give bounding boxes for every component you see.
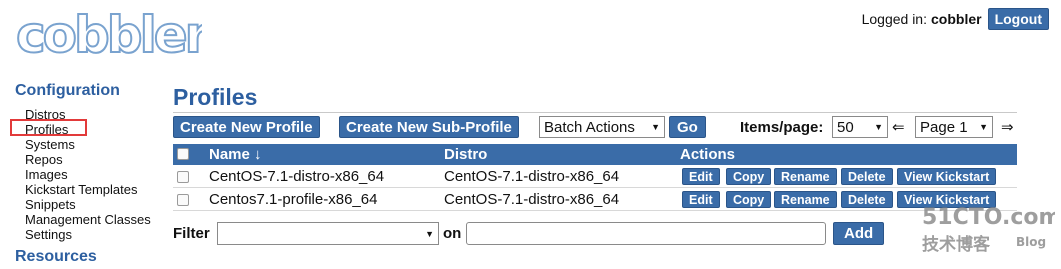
edit-button[interactable]: Edit	[682, 191, 720, 208]
sidebar-item-images[interactable]: Images	[25, 167, 151, 182]
logo-text: cobbler	[16, 6, 202, 64]
items-per-page-value: 50	[837, 118, 854, 136]
column-header-distro: Distro	[444, 146, 488, 163]
cobbler-logo: cobbler	[12, 5, 214, 65]
select-all-checkbox[interactable]	[177, 148, 189, 160]
site-watermark: 51CTO.com 技术博客 Blog	[920, 200, 1061, 262]
logout-button[interactable]: Logout	[987, 8, 1049, 30]
rename-button[interactable]: Rename	[774, 168, 837, 185]
watermark-logo-text: 51CTO.com	[922, 205, 1055, 230]
login-area: Logged in: cobbler Logout	[862, 8, 1049, 30]
filter-field-select[interactable]: ▼	[217, 222, 439, 245]
create-new-profile-button[interactable]: Create New Profile	[173, 116, 320, 138]
edit-button[interactable]: Edit	[682, 168, 720, 185]
prev-page-arrow-icon[interactable]: ⇐	[892, 118, 905, 136]
rename-button[interactable]: Rename	[774, 191, 837, 208]
column-header-name[interactable]: Name ↓	[209, 146, 262, 163]
sidebar-item-kickstart-templates[interactable]: Kickstart Templates	[25, 182, 151, 197]
copy-button[interactable]: Copy	[726, 191, 772, 208]
filter-value-input[interactable]	[466, 222, 826, 245]
configuration-heading: Configuration	[15, 82, 120, 99]
sidebar-item-management-classes[interactable]: Management Classes	[25, 212, 151, 227]
filter-row: Filter ▼ on Add	[173, 222, 1017, 246]
next-page-arrow-icon[interactable]: ⇒	[1001, 118, 1014, 136]
profile-distro: CentOS-7.1-distro-x86_64	[444, 191, 620, 208]
logged-in-label: Logged in:	[861, 11, 927, 27]
page-title: Profiles	[173, 84, 258, 110]
view-kickstart-button[interactable]: View Kickstart	[897, 168, 997, 185]
sidebar-item-repos[interactable]: Repos	[25, 152, 151, 167]
chevron-down-icon: ▼	[425, 228, 434, 239]
title-divider	[173, 112, 1017, 113]
go-button[interactable]: Go	[669, 116, 706, 138]
batch-actions-value: Batch Actions	[544, 118, 635, 136]
profile-name[interactable]: CentOS-7.1-distro-x86_64	[209, 168, 384, 185]
page-value: Page 1	[920, 118, 968, 136]
table-row: Centos7.1-profile-x86_64 CentOS-7.1-dist…	[173, 189, 1017, 211]
filter-label: Filter	[173, 225, 210, 242]
delete-button[interactable]: Delete	[841, 191, 893, 208]
chevron-down-icon: ▼	[651, 122, 660, 132]
items-per-page-select[interactable]: 50 ▼	[832, 116, 888, 138]
profile-name[interactable]: Centos7.1-profile-x86_64	[209, 191, 377, 208]
chevron-down-icon: ▼	[979, 122, 988, 132]
row-checkbox[interactable]	[177, 171, 189, 183]
watermark-subtext: 技术博客	[922, 234, 991, 255]
sidebar-item-snippets[interactable]: Snippets	[25, 197, 151, 212]
resources-heading: Resources	[15, 248, 97, 265]
page-select[interactable]: Page 1 ▼	[915, 116, 993, 138]
sidebar-item-systems[interactable]: Systems	[25, 137, 151, 152]
copy-button[interactable]: Copy	[726, 168, 772, 185]
username: cobbler	[931, 11, 982, 27]
row-checkbox[interactable]	[177, 194, 189, 206]
batch-actions-select[interactable]: Batch Actions ▼	[539, 116, 665, 138]
delete-button[interactable]: Delete	[841, 168, 893, 185]
table-row: CentOS-7.1-distro-x86_64 CentOS-7.1-dist…	[173, 166, 1017, 188]
add-filter-button[interactable]: Add	[833, 222, 885, 245]
filter-on-label: on	[443, 225, 462, 242]
sidebar-item-settings[interactable]: Settings	[25, 227, 151, 242]
table-header: Name ↓ Distro Actions	[173, 144, 1017, 165]
create-new-sub-profile-button[interactable]: Create New Sub-Profile	[339, 116, 519, 138]
profiles-highlight-box	[10, 119, 87, 136]
watermark-blog-text: Blog	[1016, 235, 1046, 249]
toolbar: Create New Profile Create New Sub-Profil…	[173, 116, 1017, 138]
profile-distro: CentOS-7.1-distro-x86_64	[444, 168, 620, 185]
items-per-page-label: Items/page:	[740, 119, 824, 136]
chevron-down-icon: ▼	[874, 122, 883, 132]
column-header-actions: Actions	[680, 146, 736, 163]
